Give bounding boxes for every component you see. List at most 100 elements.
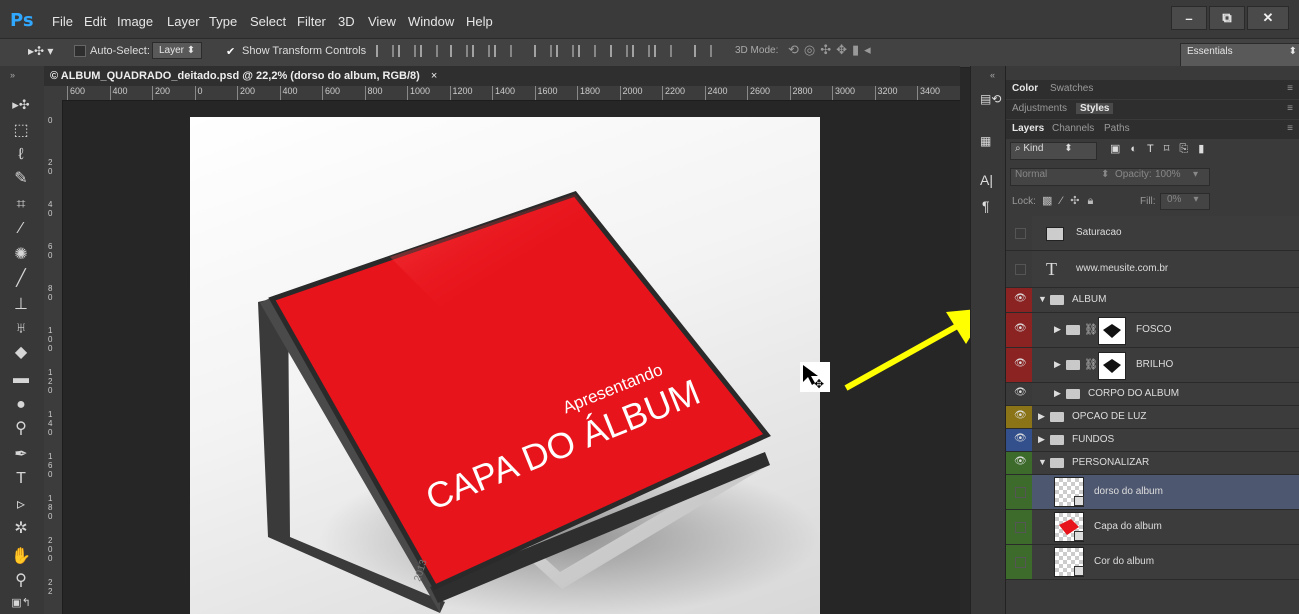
menu-edit[interactable]: Edit bbox=[84, 14, 106, 29]
layer-row[interactable]: 👁︎ ▶ OPCAO DE LUZ bbox=[1006, 406, 1299, 429]
tab-paths[interactable]: Paths bbox=[1104, 123, 1130, 134]
panel-menu-icon[interactable]: ≡ bbox=[1287, 83, 1293, 94]
layer-row[interactable]: Saturacao bbox=[1006, 216, 1299, 251]
tab-styles[interactable]: Styles bbox=[1076, 103, 1114, 114]
eraser-icon[interactable]: ◆ bbox=[8, 342, 34, 364]
paragraph-panel-icon[interactable]: ¶ bbox=[982, 198, 990, 214]
menu-help[interactable]: Help bbox=[466, 14, 493, 29]
tab-adjustments[interactable]: Adjustments bbox=[1012, 103, 1067, 114]
hand-icon[interactable]: ✋ bbox=[8, 546, 34, 568]
heal-icon[interactable]: ✺ bbox=[8, 244, 34, 266]
opacity-arrow-icon[interactable]: ▾ bbox=[1193, 169, 1198, 180]
layer-visibility-toggle[interactable] bbox=[1006, 510, 1032, 544]
layer-row[interactable]: 👁︎ ▶ ⛓︎ FOSCO bbox=[1006, 313, 1299, 348]
layer-row[interactable]: Twww.meusite.com.br bbox=[1006, 251, 1299, 288]
zoom-icon[interactable]: ⚲ bbox=[8, 570, 34, 592]
gradient-icon[interactable]: ▬ bbox=[8, 368, 34, 390]
auto-select-checkbox[interactable] bbox=[74, 45, 86, 60]
align-right-icon[interactable] bbox=[494, 45, 512, 57]
layer-row[interactable]: Cor do album bbox=[1006, 545, 1299, 580]
distribute-top-icon[interactable] bbox=[534, 45, 552, 57]
link-icon[interactable]: ⛓︎ bbox=[1084, 358, 1098, 371]
distribute-vcenter-icon[interactable] bbox=[556, 45, 574, 57]
properties-panel-icon[interactable]: ▦ bbox=[980, 134, 991, 148]
layer-row[interactable]: 👁︎ ▶ FUNDOS bbox=[1006, 429, 1299, 452]
align-left-icon[interactable] bbox=[450, 45, 468, 57]
shape-icon[interactable]: ✲ bbox=[8, 518, 34, 540]
dodge-icon[interactable]: ⚲ bbox=[8, 418, 34, 440]
auto-select-dropdown[interactable]: Layer ⬍ bbox=[152, 42, 203, 59]
color-swatches-icon[interactable]: ▣↰ bbox=[8, 592, 34, 614]
collapse-arrow-icon[interactable]: ▼ bbox=[1038, 457, 1047, 467]
expand-arrow-icon[interactable]: ▶ bbox=[1054, 359, 1061, 370]
distribute-hcenter-icon[interactable] bbox=[632, 45, 650, 57]
move-tool-icon[interactable]: ▸✣ bbox=[8, 94, 34, 116]
tab-channels[interactable]: Channels bbox=[1052, 123, 1094, 134]
layer-visibility-toggle[interactable]: 👁︎ bbox=[1006, 313, 1032, 347]
quick-select-icon[interactable]: ✎ bbox=[8, 168, 34, 190]
ruler-origin[interactable] bbox=[44, 86, 63, 100]
fill-value-field[interactable]: 0% ▾ bbox=[1160, 193, 1210, 210]
layer-visibility-toggle[interactable] bbox=[1006, 251, 1032, 287]
character-panel-icon[interactable]: A| bbox=[980, 172, 993, 188]
minimize-button[interactable]: – bbox=[1171, 6, 1207, 30]
document-canvas[interactable]: Apresentando CAPA DO ÁLBUM 2013 bbox=[190, 117, 820, 614]
history-panel-icon[interactable]: ▤⟲ bbox=[980, 92, 1001, 106]
align-bottom-icon[interactable] bbox=[420, 45, 438, 57]
close-window-button[interactable]: ✕ bbox=[1247, 6, 1289, 30]
layer-visibility-toggle[interactable] bbox=[1006, 475, 1032, 509]
lock-icons[interactable]: ▩⁄✣🔒︎ bbox=[1042, 194, 1101, 208]
history-brush-icon[interactable]: ♅ bbox=[8, 318, 34, 340]
tab-color[interactable]: Color bbox=[1012, 83, 1038, 94]
distribute-left-icon[interactable] bbox=[610, 45, 628, 57]
layer-row[interactable]: Capa do album bbox=[1006, 510, 1299, 545]
blur-icon[interactable]: ● bbox=[8, 394, 34, 416]
menu-file[interactable]: File bbox=[52, 14, 73, 29]
3d-mode-icons[interactable]: ⟲◎✣✥▮◂ bbox=[788, 42, 876, 58]
menu-select[interactable]: Select bbox=[250, 14, 286, 29]
expand-arrow-icon[interactable]: ▶ bbox=[1054, 324, 1061, 335]
expand-arrow-icon[interactable]: ▶ bbox=[1038, 434, 1045, 445]
layer-visibility-toggle[interactable]: 👁︎ bbox=[1006, 348, 1032, 382]
link-icon[interactable]: ⛓︎ bbox=[1084, 323, 1098, 336]
distribute-bottom-icon[interactable] bbox=[578, 45, 596, 57]
menu-window[interactable]: Window bbox=[408, 14, 454, 29]
layer-visibility-toggle[interactable]: 👁︎ bbox=[1006, 452, 1032, 474]
layer-visibility-toggle[interactable]: 👁︎ bbox=[1006, 288, 1032, 312]
expand-arrow-icon[interactable]: ▶ bbox=[1038, 411, 1045, 422]
opacity-value[interactable]: 100% bbox=[1155, 169, 1181, 180]
expand-arrow-icon[interactable]: ▶ bbox=[1054, 388, 1061, 399]
layer-row[interactable]: 👁︎ ▼ ALBUM bbox=[1006, 288, 1299, 313]
document-tab[interactable]: © ALBUM_QUADRADO_deitado.psd @ 22,2% (do… bbox=[50, 70, 437, 82]
checkmark-icon[interactable]: ✔ bbox=[226, 45, 235, 58]
layer-visibility-toggle[interactable]: 👁︎ bbox=[1006, 429, 1032, 451]
tab-layers[interactable]: Layers bbox=[1012, 123, 1044, 134]
lasso-icon[interactable]: ℓ bbox=[8, 144, 34, 166]
tab-swatches[interactable]: Swatches bbox=[1050, 83, 1093, 94]
eyedropper-icon[interactable]: ⁄ bbox=[8, 218, 34, 240]
close-tab-icon[interactable]: × bbox=[431, 70, 437, 82]
distribute-right-icon[interactable] bbox=[654, 45, 672, 57]
layer-row[interactable]: 👁︎ ▶ CORPO DO ALBUM bbox=[1006, 383, 1299, 406]
collapse-icon[interactable]: » bbox=[10, 70, 15, 80]
menu-layer[interactable]: Layer bbox=[167, 14, 200, 29]
layer-visibility-toggle[interactable] bbox=[1006, 545, 1032, 579]
collapse-arrow-icon[interactable]: ▼ bbox=[1038, 294, 1047, 304]
blend-mode-dropdown[interactable]: Normal ⬍ Opacity: 100% ▾ bbox=[1010, 168, 1210, 186]
collapse-dock-icon[interactable]: « bbox=[990, 70, 995, 80]
auto-align-icon[interactable] bbox=[694, 45, 712, 57]
align-top-icon[interactable] bbox=[376, 45, 394, 57]
filter-kind-dropdown[interactable]: ⌕ Kind ⬍ bbox=[1010, 142, 1097, 160]
menu-image[interactable]: Image bbox=[117, 14, 153, 29]
crop-icon[interactable]: ⌗ bbox=[8, 194, 34, 216]
layer-row[interactable]: dorso do album bbox=[1006, 475, 1299, 510]
menu-view[interactable]: View bbox=[368, 14, 396, 29]
move-tool-preset-icon[interactable]: ▸✣ ▾ bbox=[28, 44, 53, 58]
stamp-icon[interactable]: ⊥ bbox=[8, 294, 34, 316]
marquee-icon[interactable]: ⬚ bbox=[8, 120, 34, 142]
filter-type-icons[interactable]: ▣◐T⌑⎘▮ bbox=[1110, 142, 1214, 156]
path-select-icon[interactable]: ▹ bbox=[8, 494, 34, 516]
align-vcenter-icon[interactable] bbox=[398, 45, 416, 57]
align-hcenter-icon[interactable] bbox=[472, 45, 490, 57]
type-icon[interactable]: T bbox=[8, 468, 34, 490]
